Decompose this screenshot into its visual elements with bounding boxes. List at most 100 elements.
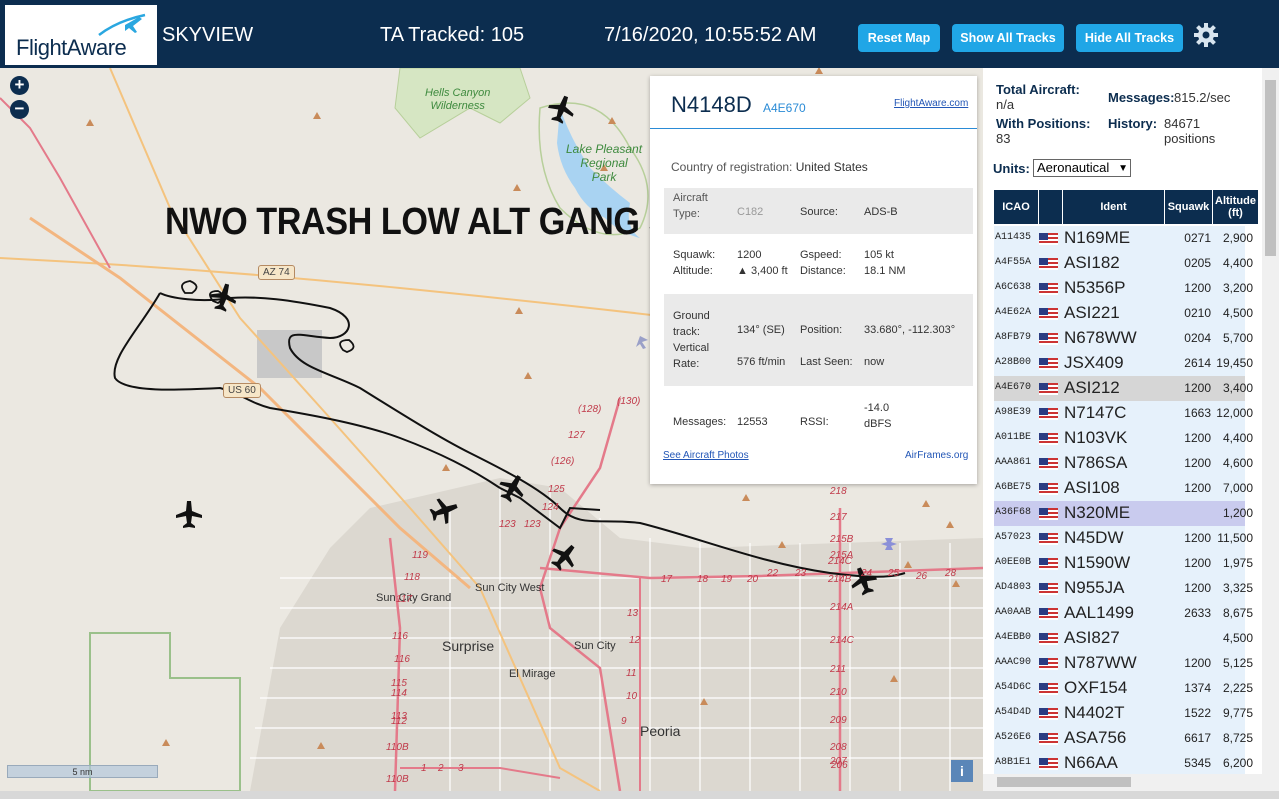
cell-icao: AAA861 [995,457,1032,468]
cell-squawk: 1200 [1184,481,1211,495]
cell-squawk: 1522 [1184,706,1211,720]
popup-gspeed-label: Gspeed: [800,249,842,261]
route-number-label: 112 [391,716,407,727]
cell-squawk: 1200 [1184,456,1211,470]
table-row[interactable]: A54D4D N4402T 1522 9,775 [994,701,1253,726]
route-number-label: 116 [394,654,410,665]
cell-ident: ASI212 [1064,378,1120,397]
messages-label: Messages: [1108,90,1175,105]
us-flag-icon [1039,476,1059,500]
table-row[interactable]: A6C638 N5356P 1200 3,200 [994,276,1253,301]
cell-altitude: 11,500 [1217,531,1253,545]
col-header-flag[interactable] [1039,190,1062,224]
popup-squawk-label: Squawk: [673,249,716,261]
cell-icao: A11435 [995,232,1032,243]
route-number-label: 215B [830,534,854,545]
shield-az74: AZ 74 [258,265,295,280]
flightaware-logo[interactable]: FlightAware [5,5,157,65]
gear-icon[interactable] [1193,22,1219,48]
cell-squawk: 0271 [1184,231,1211,245]
cell-icao: A4EBB0 [995,632,1032,643]
cell-squawk: 2614 [1184,356,1211,370]
table-row[interactable]: A8FB79 N678WW 0204 5,700 [994,326,1253,351]
popup-distance-label: Distance: [800,265,846,277]
table-row[interactable]: A54D6C OXF154 1374 2,225 [994,676,1253,701]
cell-altitude: 19,450 [1216,356,1253,370]
cell-icao: A6BE75 [995,482,1032,493]
flightaware-link[interactable]: FlightAware.com [894,98,968,109]
cell-altitude: 12,000 [1216,406,1253,420]
table-row[interactable]: A11435 N169ME 0271 2,900 [994,226,1253,251]
horizontal-scroll-thumb[interactable] [997,777,1131,787]
cell-ident: N320ME [1064,503,1131,522]
table-row[interactable]: AA0AAB AAL1499 2633 8,675 [994,601,1253,626]
route-number-label: 10 [626,691,638,702]
table-row[interactable]: A4EBB0 ASI827 4,500 [994,626,1253,651]
cell-icao: AAAC90 [995,657,1032,668]
route-number-label: 117 [396,594,412,605]
popup-divider [650,128,977,129]
route-number-label: 118 [404,572,420,583]
reset-map-button[interactable]: Reset Map [858,24,940,52]
map-view[interactable]: + − Hells Canyon Wilderness Lake Pleasan… [0,68,983,791]
cell-icao: AA0AAB [995,607,1032,618]
table-row[interactable]: A36F68 N320ME 1,200 [994,501,1253,526]
cell-squawk: 1200 [1184,381,1211,395]
us-flag-icon [1039,376,1059,400]
aircraft-marker [548,95,574,124]
info-button[interactable]: i [951,760,973,782]
place-peoria: Peoria [640,723,681,739]
table-row[interactable]: A57023 N45DW 1200 11,500 [994,526,1253,551]
route-number-label: 19 [721,574,733,585]
table-row[interactable]: A4F55A ASI182 0205 4,400 [994,251,1253,276]
table-row[interactable]: A526E6 ASA756 6617 8,725 [994,726,1253,751]
place-lake-pleasant: Lake Pleasant Regional Park [566,142,643,184]
table-row[interactable]: A28B00 JSX409 2614 19,450 [994,351,1253,376]
cell-altitude: 1,200 [1222,506,1253,520]
cell-altitude: 8,725 [1222,731,1253,745]
cell-altitude: 2,900 [1222,231,1253,245]
sidebar-scroll-thumb[interactable] [1265,80,1276,256]
route-number-label: 28 [945,568,957,579]
urban-area [250,478,983,791]
col-header-ident[interactable]: Ident [1063,190,1164,224]
show-all-tracks-button[interactable]: Show All Tracks [952,24,1064,52]
cell-squawk: 1374 [1184,681,1211,695]
cell-altitude: 9,775 [1222,706,1253,720]
table-row[interactable]: A011BE N103VK 1200 4,400 [994,426,1253,451]
table-row[interactable]: AD4803 N955JA 1200 3,325 [994,576,1253,601]
table-row[interactable]: A8B1E1 N66AA 5345 6,200 [994,751,1253,776]
bottom-bar [0,791,1279,799]
route-number-label: 18 [697,574,709,585]
col-header-squawk[interactable]: Squawk [1165,190,1212,224]
popup-rssi-label: RSSI: [800,416,829,428]
popup-position-label: Position: [800,324,843,336]
route-number-label: 124 [542,502,559,513]
col-header-icao[interactable]: ICAO [994,190,1038,224]
units-select[interactable]: Aeronautical ▼ [1033,159,1131,177]
table-row[interactable]: AAA861 N786SA 1200 4,600 [994,451,1253,476]
table-row[interactable]: AAAC90 N787WW 1200 5,125 [994,651,1253,676]
zoom-in-button[interactable]: + [10,76,29,95]
zoom-out-button[interactable]: − [10,100,29,119]
table-row[interactable]: A4E670 ASI212 1200 3,400 [994,376,1253,401]
table-row[interactable]: A0EE0B N1590W 1200 1,975 [994,551,1253,576]
table-row[interactable]: A6BE75 ASI108 1200 7,000 [994,476,1253,501]
cell-squawk: 1200 [1184,656,1211,670]
cell-ident: ASI182 [1064,253,1120,272]
table-row[interactable]: A4E62A ASI221 0210 4,500 [994,301,1253,326]
place-sun-city: Sun City [574,640,616,652]
cell-ident: ASI221 [1064,303,1120,322]
airport-marker [636,336,648,349]
hide-all-tracks-button[interactable]: Hide All Tracks [1076,24,1183,52]
popup-last-seen-label: Last Seen: [800,356,853,368]
aircraft-photos-link[interactable]: See Aircraft Photos [663,450,749,461]
us-flag-icon [1039,351,1059,375]
airframes-link[interactable]: AirFrames.org [905,450,968,461]
table-row[interactable]: A98E39 N7147C 1663 12,000 [994,401,1253,426]
history-value: 84671 positions [1164,116,1216,146]
col-header-altitude[interactable]: Altitude (ft) [1213,190,1258,224]
popup-ground-track-label: Ground track: [673,310,710,338]
route-number-label: 110B [386,742,409,753]
route-number-label: 13 [627,608,639,619]
